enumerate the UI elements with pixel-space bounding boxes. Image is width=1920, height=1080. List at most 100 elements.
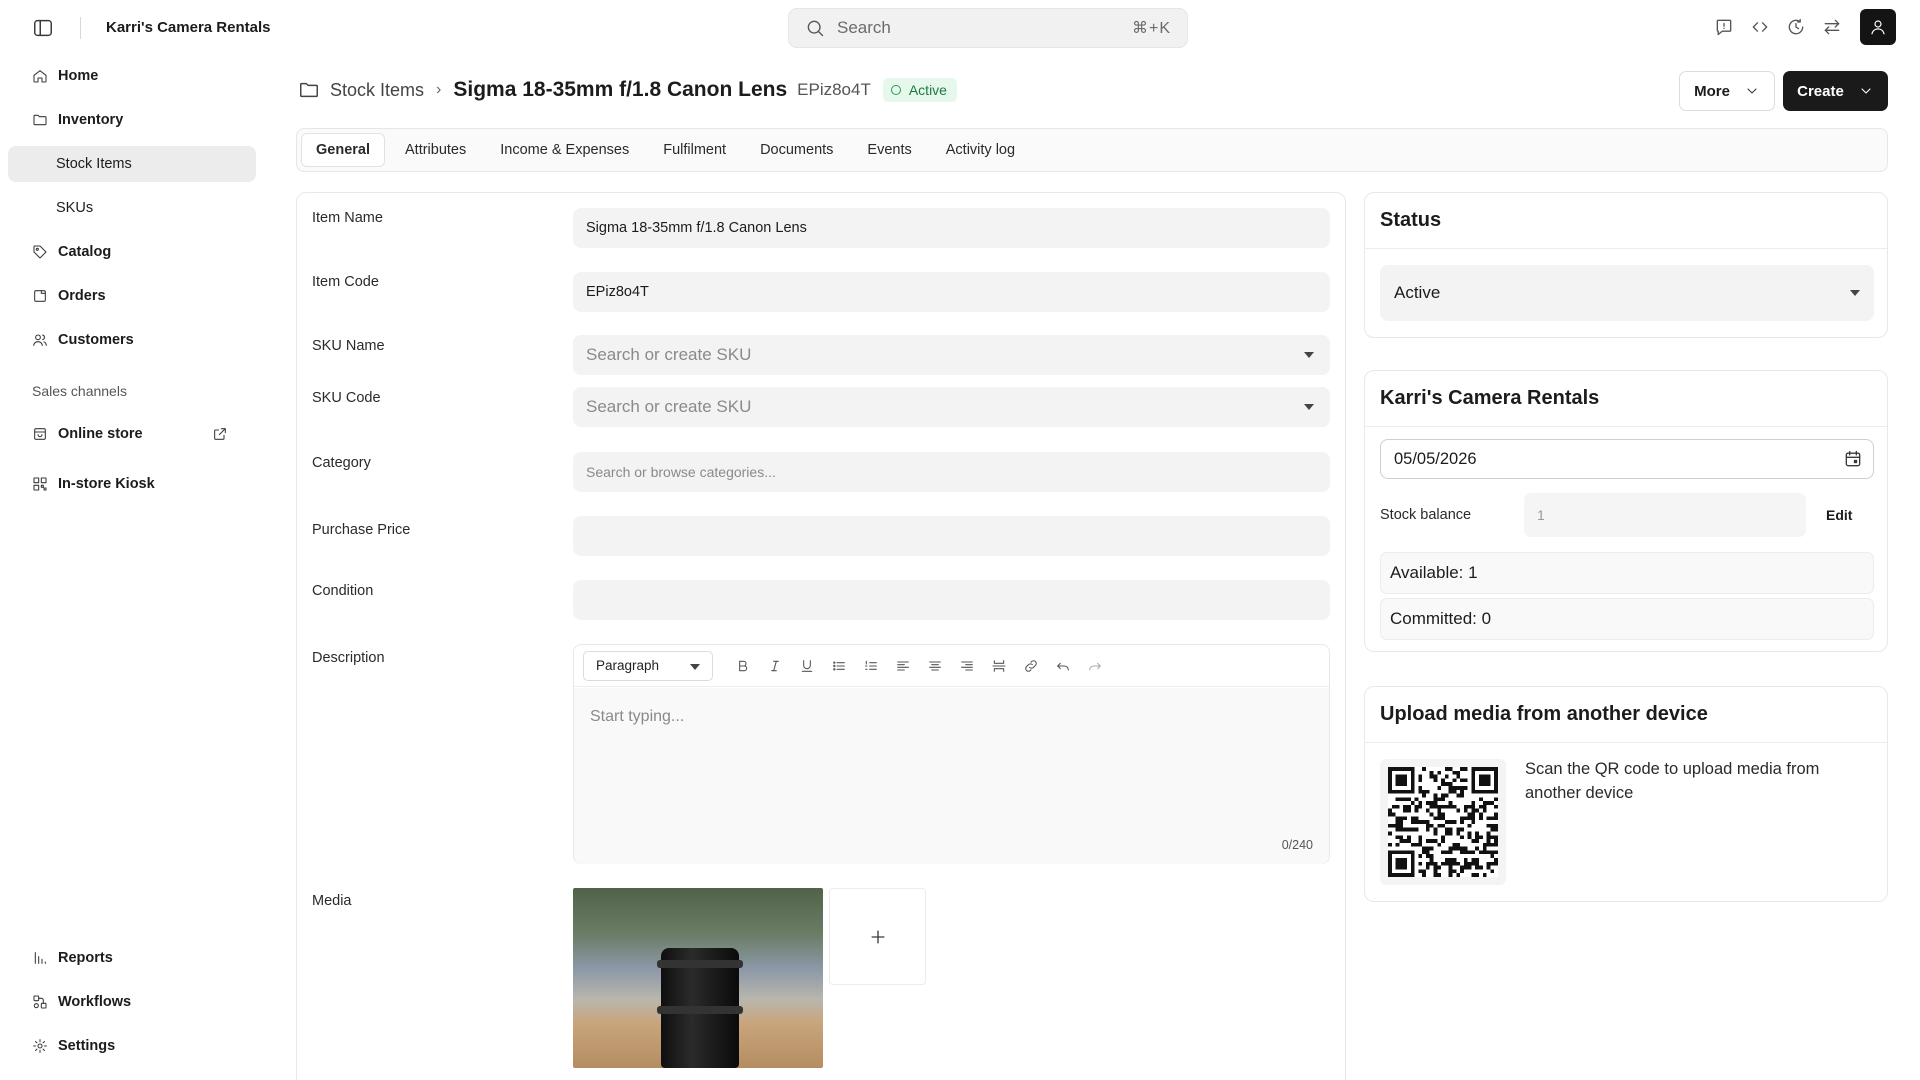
plus-icon xyxy=(868,927,888,947)
dropdown-caret-icon xyxy=(1850,290,1860,296)
sidebar-item-online-store[interactable]: Online store xyxy=(8,416,256,452)
chevron-down-icon xyxy=(1858,83,1874,99)
add-media-button[interactable] xyxy=(829,888,926,985)
create-button[interactable]: Create xyxy=(1783,71,1888,111)
external-link-icon[interactable] xyxy=(212,426,228,442)
media-thumbnail[interactable] xyxy=(573,888,823,1068)
sidebar-item-catalog[interactable]: Catalog xyxy=(8,234,256,270)
available-row: Available: 1 xyxy=(1380,552,1874,594)
item-name-input[interactable]: Sigma 18-35mm f/1.8 Canon Lens xyxy=(573,208,1330,248)
sidebar-item-label: Stock Items xyxy=(56,156,132,172)
sidebar-item-skus[interactable]: SKUs xyxy=(8,190,256,226)
code-icon[interactable] xyxy=(1750,17,1770,37)
upload-media-card: Upload media from another device Scan th… xyxy=(1364,686,1888,902)
align-center-icon[interactable] xyxy=(919,651,951,681)
block-type-select[interactable]: Paragraph xyxy=(583,650,713,681)
sku-name-select[interactable]: Search or create SKU xyxy=(573,335,1330,375)
tab-income-expenses[interactable]: Income & Expenses xyxy=(486,133,643,167)
committed-text: Committed: 0 xyxy=(1390,609,1492,628)
sidebar-item-in-store-kiosk[interactable]: In-store Kiosk xyxy=(8,466,256,502)
store-name[interactable]: Karri's Camera Rentals xyxy=(106,19,270,36)
stock-balance-label: Stock balance xyxy=(1380,507,1472,523)
sku-code-select[interactable]: Search or create SKU xyxy=(573,387,1330,427)
tab-fulfilment[interactable]: Fulfilment xyxy=(649,133,740,167)
align-right-icon[interactable] xyxy=(951,651,983,681)
tab-documents[interactable]: Documents xyxy=(746,133,847,167)
condition-input[interactable] xyxy=(573,580,1330,620)
tab-events[interactable]: Events xyxy=(853,133,925,167)
history-icon[interactable] xyxy=(1786,17,1806,37)
italic-icon[interactable] xyxy=(759,651,791,681)
character-counter: 0/240 xyxy=(1281,838,1313,852)
tab-general[interactable]: General xyxy=(301,133,385,167)
category-placeholder: Search or browse categories... xyxy=(586,464,776,480)
description-editor: Paragraph Start typing... 0/240 xyxy=(573,644,1330,864)
status-card: Status Active xyxy=(1364,192,1888,338)
bold-icon[interactable] xyxy=(727,651,759,681)
item-name-label: Item Name xyxy=(312,210,383,226)
more-button[interactable]: More xyxy=(1679,71,1775,111)
item-code-label: EPiz8o4T xyxy=(797,80,871,99)
bullet-list-icon[interactable] xyxy=(823,651,855,681)
reports-icon xyxy=(32,950,58,966)
chevron-right-icon: › xyxy=(436,81,442,98)
item-name-value: Sigma 18-35mm f/1.8 Canon Lens xyxy=(586,220,807,236)
breadcrumb-parent-link[interactable]: Stock Items xyxy=(330,80,424,101)
stock-balance-edit-button[interactable]: Edit xyxy=(1826,507,1852,523)
sidebar-item-home[interactable]: Home xyxy=(8,58,256,94)
stock-balance-input[interactable]: 1 xyxy=(1524,493,1806,537)
numbered-list-icon[interactable] xyxy=(855,651,887,681)
sidebar-item-label: Inventory xyxy=(58,112,124,128)
block-type-value: Paragraph xyxy=(596,658,660,673)
status-dot-icon xyxy=(890,85,901,95)
sales-channels-heading: Sales channels xyxy=(32,383,127,399)
avatar[interactable] xyxy=(1860,9,1896,45)
stock-balance-value: 1 xyxy=(1537,507,1545,523)
more-button-label: More xyxy=(1694,82,1730,100)
tab-activity-log[interactable]: Activity log xyxy=(932,133,1029,167)
purchase-price-input[interactable] xyxy=(573,516,1330,556)
sidebar-item-customers[interactable]: Customers xyxy=(8,322,256,358)
align-left-icon[interactable] xyxy=(887,651,919,681)
dropdown-caret-icon xyxy=(1304,404,1314,410)
link-icon[interactable] xyxy=(1015,651,1047,681)
status-badge-label: Active xyxy=(908,82,947,98)
folder-icon xyxy=(298,79,330,101)
sidebar-item-orders[interactable]: Orders xyxy=(8,278,256,314)
sku-name-placeholder: Search or create SKU xyxy=(586,345,752,364)
underline-icon[interactable] xyxy=(791,651,823,681)
sidebar-item-label: Reports xyxy=(58,950,113,966)
sidebar-item-reports[interactable]: Reports xyxy=(8,940,256,976)
sidebar-item-settings[interactable]: Settings xyxy=(8,1028,256,1064)
kiosk-icon xyxy=(32,476,58,492)
search-input[interactable]: Search ⌘+K xyxy=(788,8,1188,48)
customers-icon xyxy=(32,332,58,348)
purchase-price-label: Purchase Price xyxy=(312,522,411,538)
feedback-icon[interactable] xyxy=(1714,17,1734,37)
sidebar-item-label: Customers xyxy=(58,332,134,348)
condition-label: Condition xyxy=(312,583,374,599)
available-text: Available: 1 xyxy=(1390,563,1478,582)
search-shortcut: ⌘+K xyxy=(1131,20,1171,37)
sidebar-item-stock-items[interactable]: Stock Items xyxy=(8,146,256,182)
status-select[interactable]: Active xyxy=(1380,265,1874,321)
sku-code-placeholder: Search or create SKU xyxy=(586,397,752,416)
undo-icon[interactable] xyxy=(1047,651,1079,681)
redo-icon[interactable] xyxy=(1079,651,1111,681)
sidebar-item-label: Workflows xyxy=(58,994,132,1010)
sidebar-item-inventory[interactable]: Inventory xyxy=(8,102,256,138)
date-input[interactable]: 05/05/2026 xyxy=(1380,439,1874,479)
switch-icon[interactable] xyxy=(1822,17,1842,37)
category-input[interactable]: Search or browse categories... xyxy=(573,452,1330,492)
sidebar-item-workflows[interactable]: Workflows xyxy=(8,984,256,1020)
top-bar: Karri's Camera Rentals Search ⌘+K xyxy=(0,0,1920,56)
sidebar-toggle-icon[interactable] xyxy=(32,17,54,39)
sidebar: Home Inventory Stock Items SKUs Catalog … xyxy=(0,56,264,1080)
item-code-input[interactable]: EPiz8o4T xyxy=(573,272,1330,312)
search-icon xyxy=(805,18,825,38)
page-break-icon[interactable] xyxy=(983,651,1015,681)
sidebar-item-label: SKUs xyxy=(56,200,94,216)
description-textarea[interactable]: Start typing... 0/240 xyxy=(574,688,1329,864)
date-value: 05/05/2026 xyxy=(1394,449,1477,468)
tab-attributes[interactable]: Attributes xyxy=(391,133,480,167)
